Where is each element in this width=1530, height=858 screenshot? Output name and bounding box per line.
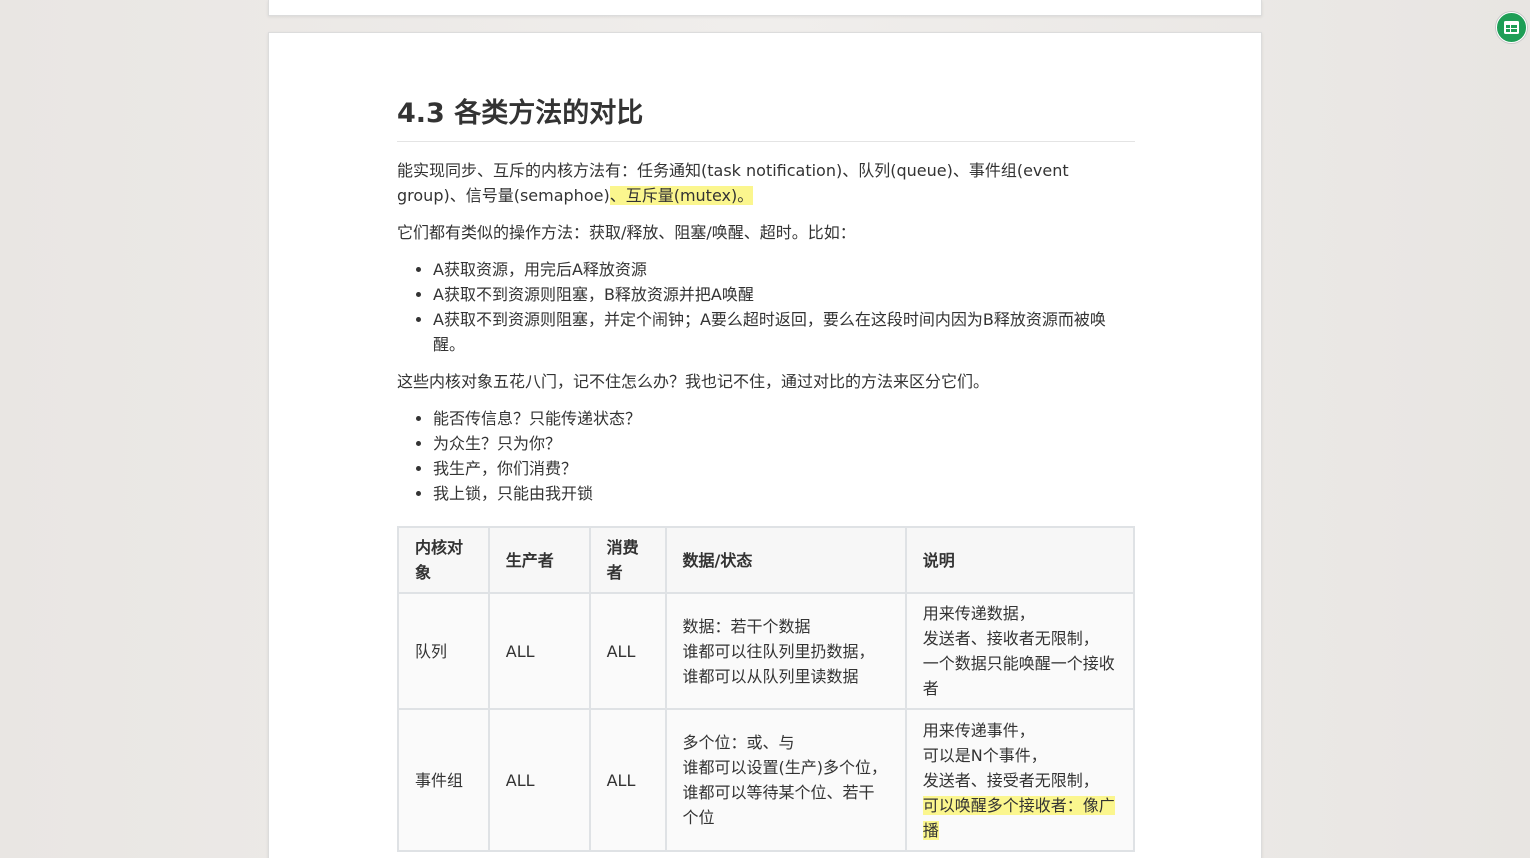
- list-item: 能否传信息？只能传递状态？: [433, 406, 1135, 431]
- table-grid-icon: [1504, 21, 1519, 34]
- table-row: 事件组 ALL ALL 多个位：或、与 谁都可以设置(生产)多个位， 谁都可以等…: [397, 708, 1136, 852]
- cell-line: 用来传递数据，: [922, 604, 1035, 623]
- cell-line: 发送者、接收者无限制，: [922, 629, 1099, 648]
- list-item: 为众生？只为你？: [433, 431, 1135, 456]
- intro-paragraph: 能实现同步、互斥的内核方法有：任务通知(task notification)、队…: [397, 158, 1135, 208]
- list-item: 我生产，你们消费？: [433, 456, 1135, 481]
- cell-note: 用来传递数据， 发送者、接收者无限制， 一个数据只能唤醒一个接收者: [904, 592, 1136, 710]
- cell-line: 谁都可以往队列里扔数据，: [682, 641, 875, 661]
- header-producer: 生产者: [487, 526, 591, 594]
- cell-object: 事件组: [397, 708, 490, 852]
- table-row: 队列 ALL ALL 数据：若干个数据 谁都可以往队列里扔数据， 谁都可以从队列…: [397, 592, 1136, 710]
- questions-list: 能否传信息？只能传递状态？ 为众生？只为你？ 我生产，你们消费？ 我上锁，只能由…: [397, 406, 1135, 506]
- cell-line: 谁都可以设置(生产)多个位，: [682, 758, 888, 777]
- operations-list: A获取资源，用完后A释放资源 A获取不到资源则阻塞，B释放资源并把A唤醒 A获取…: [397, 257, 1135, 357]
- cell-highlight: 可以唤醒多个接收者：像广播: [922, 795, 1115, 840]
- cell-note: 用来传递事件， 可以是N个事件， 发送者、接受者无限制， 可以唤醒多个接收者：像…: [904, 708, 1136, 852]
- header-object: 内核对象: [397, 526, 490, 594]
- list-item: A获取不到资源则阻塞，并定个闹钟；A要么超时返回，要么在这段时间内因为B释放资源…: [433, 307, 1135, 357]
- cell-line: 可以是N个事件，: [922, 745, 1047, 765]
- header-data: 数据/状态: [664, 526, 907, 594]
- list-item: A获取资源，用完后A释放资源: [433, 257, 1135, 282]
- cell-line: 数据：若干个数据: [682, 616, 811, 636]
- comparison-table: 内核对象 生产者 消费者 数据/状态 说明 队列 ALL ALL 数据：若干个数…: [397, 526, 1136, 852]
- list-item: 我上锁，只能由我开锁: [433, 481, 1135, 506]
- cell-line: 多个位：或、与: [682, 733, 795, 752]
- cell-line: 用来传递事件，: [922, 720, 1035, 740]
- cell-line: 谁都可以从队列里读数据: [682, 666, 859, 686]
- cell-object: 队列: [397, 592, 490, 710]
- document-page: 4.3 各类方法的对比 能实现同步、互斥的内核方法有：任务通知(task not…: [268, 32, 1262, 858]
- previous-page-bottom: [268, 0, 1262, 16]
- list-item: A获取不到资源则阻塞，B释放资源并把A唤醒: [433, 282, 1135, 307]
- section-heading: 4.3 各类方法的对比: [397, 95, 1135, 142]
- header-consumer: 消费者: [588, 526, 667, 594]
- cell-line: 谁都可以等待某个位、若干个位: [682, 783, 875, 827]
- compare-paragraph: 这些内核对象五花八门，记不住怎么办？我也记不住，通过对比的方法来区分它们。: [397, 372, 990, 391]
- cell-producer: ALL: [487, 592, 591, 710]
- cell-consumer: ALL: [588, 592, 667, 710]
- header-note: 说明: [904, 526, 1136, 594]
- cell-producer: ALL: [487, 708, 591, 852]
- cell-line: 一个数据只能唤醒一个接收者: [922, 654, 1115, 698]
- cell-data: 多个位：或、与 谁都可以设置(生产)多个位， 谁都可以等待某个位、若干个位: [664, 708, 907, 852]
- cell-consumer: ALL: [588, 708, 667, 852]
- cell-line: 发送者、接受者无限制，: [922, 770, 1099, 790]
- cell-data: 数据：若干个数据 谁都可以往队列里扔数据， 谁都可以从队列里读数据: [664, 592, 907, 710]
- table-header-row: 内核对象 生产者 消费者 数据/状态 说明: [397, 526, 1136, 594]
- intro-highlight: 、互斥量(mutex)。: [609, 186, 754, 205]
- operations-paragraph: 它们都有类似的操作方法：获取/释放、阻塞/唤醒、超时。比如：: [397, 223, 856, 242]
- page-content: 4.3 各类方法的对比 能实现同步、互斥的内核方法有：任务通知(task not…: [397, 95, 1136, 852]
- spreadsheet-icon[interactable]: [1496, 12, 1527, 43]
